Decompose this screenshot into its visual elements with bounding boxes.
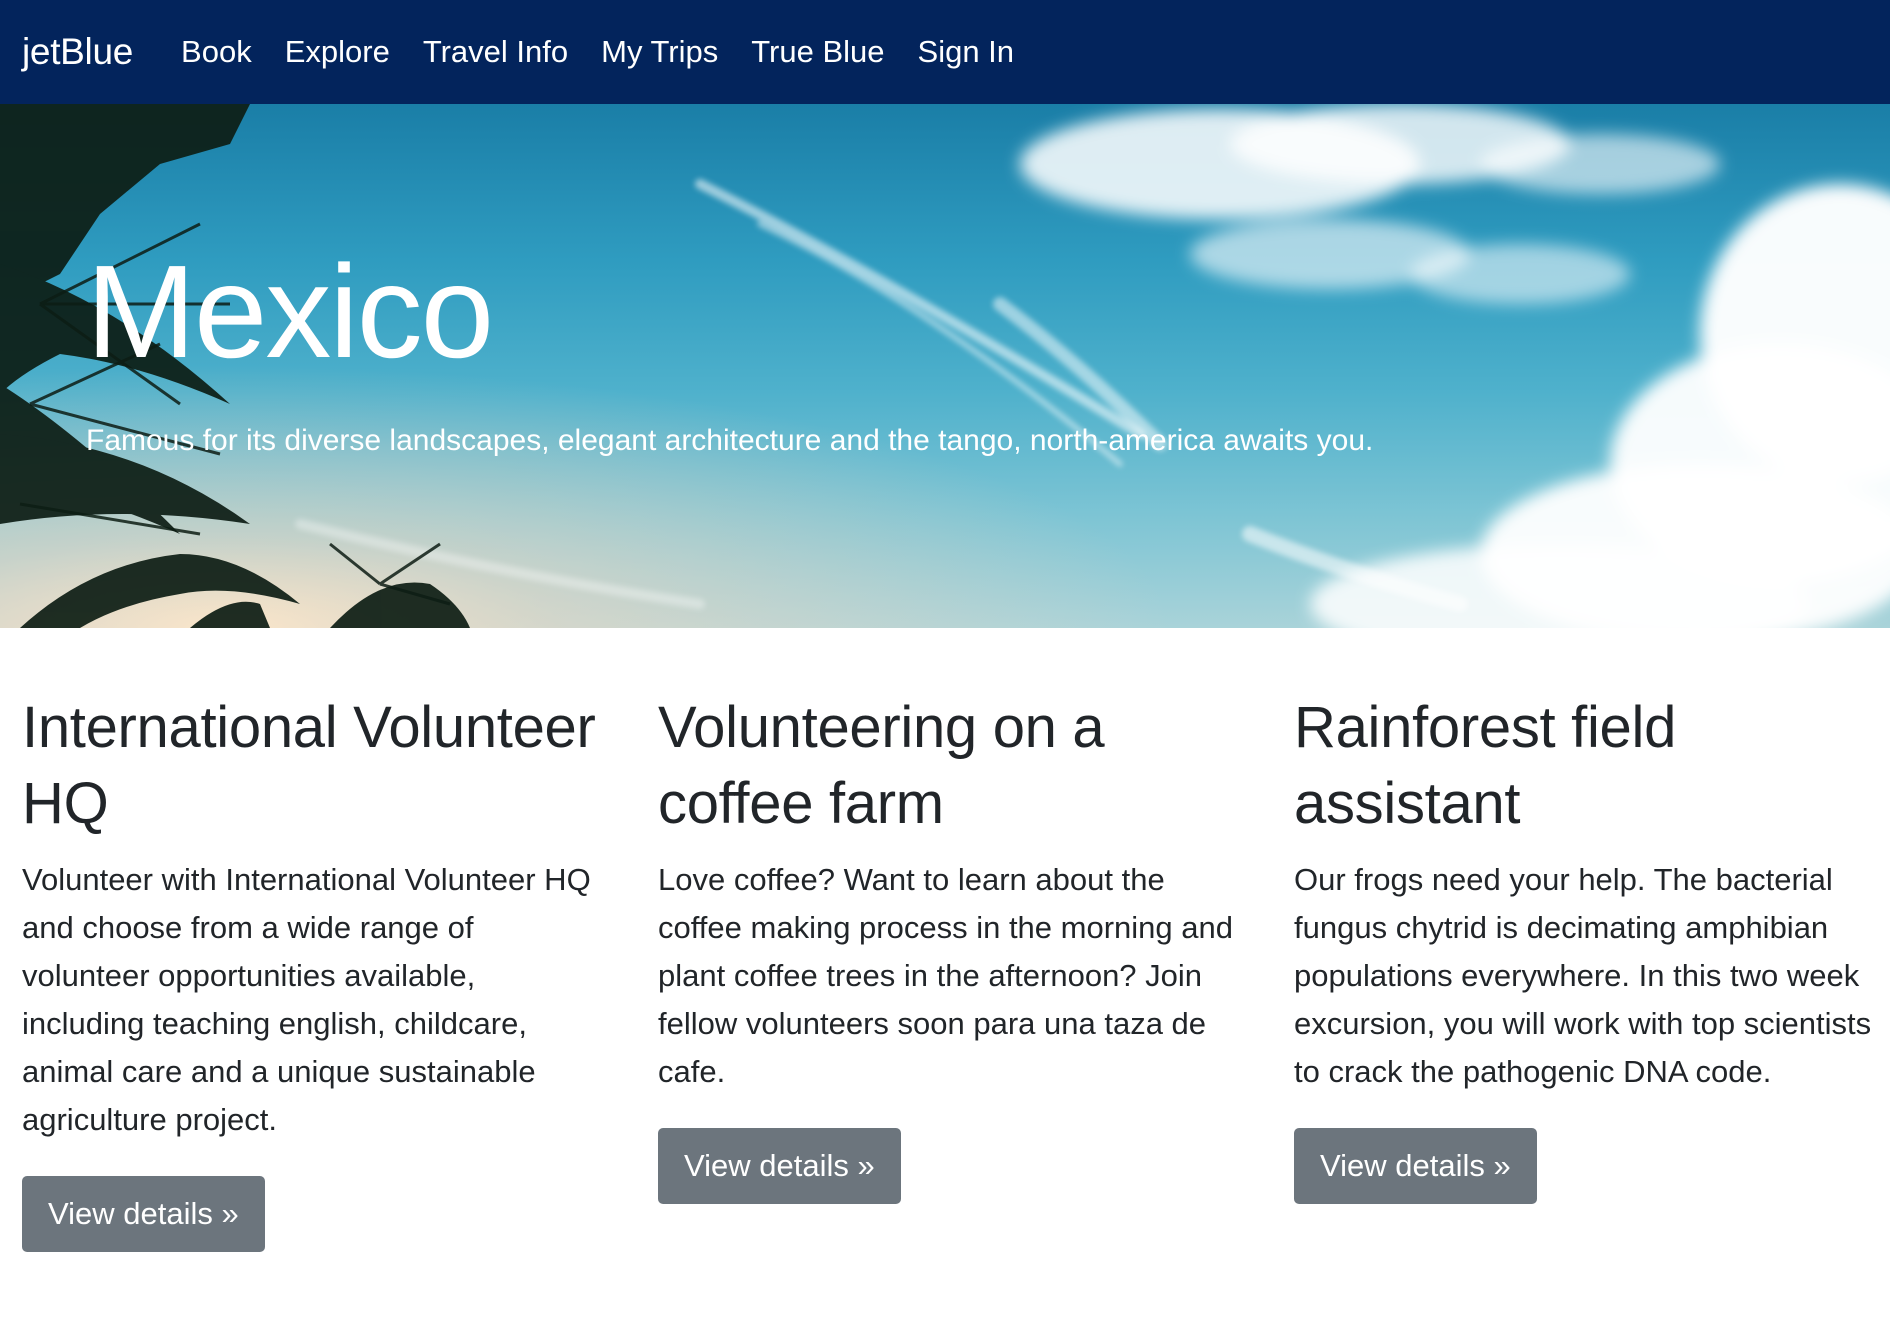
hero-subtitle: Famous for its diverse landscapes, elega… [86, 424, 1374, 457]
brand-logo[interactable]: jetBlue [22, 31, 133, 73]
top-navbar: jetBlue Book Explore Travel Info My Trip… [0, 0, 1890, 104]
nav-link-explore[interactable]: Explore [285, 34, 390, 70]
nav-links: Book Explore Travel Info My Trips True B… [181, 34, 1047, 70]
view-details-button[interactable]: View details » [658, 1128, 901, 1204]
view-details-button[interactable]: View details » [22, 1176, 265, 1252]
card-title: International Volunteer HQ [22, 695, 596, 836]
card-coffee-farm: Volunteering on a coffee farm Love coffe… [658, 690, 1238, 1204]
card-title: Volunteering on a coffee farm [658, 695, 1105, 836]
card-international-volunteer-hq: International Volunteer HQ Volunteer wit… [22, 690, 602, 1252]
card-body: Volunteer with International Volunteer H… [22, 862, 591, 1137]
nav-link-my-trips[interactable]: My Trips [601, 34, 718, 70]
card-body: Love coffee? Want to learn about the cof… [658, 862, 1233, 1089]
view-details-button[interactable]: View details » [1294, 1128, 1537, 1204]
nav-link-sign-in[interactable]: Sign In [918, 34, 1015, 70]
card-body: Our frogs need your help. The bacterial … [1294, 862, 1872, 1089]
hero-banner: Mexico Famous for its diverse landscapes… [0, 104, 1890, 628]
card-title: Rainforest field assistant [1294, 695, 1677, 836]
nav-link-travel-info[interactable]: Travel Info [423, 34, 568, 70]
nav-link-true-blue[interactable]: True Blue [751, 34, 884, 70]
nav-link-book[interactable]: Book [181, 34, 252, 70]
card-rainforest-field-assistant: Rainforest field assistant Our frogs nee… [1294, 690, 1874, 1204]
hero-title: Mexico [86, 238, 494, 385]
